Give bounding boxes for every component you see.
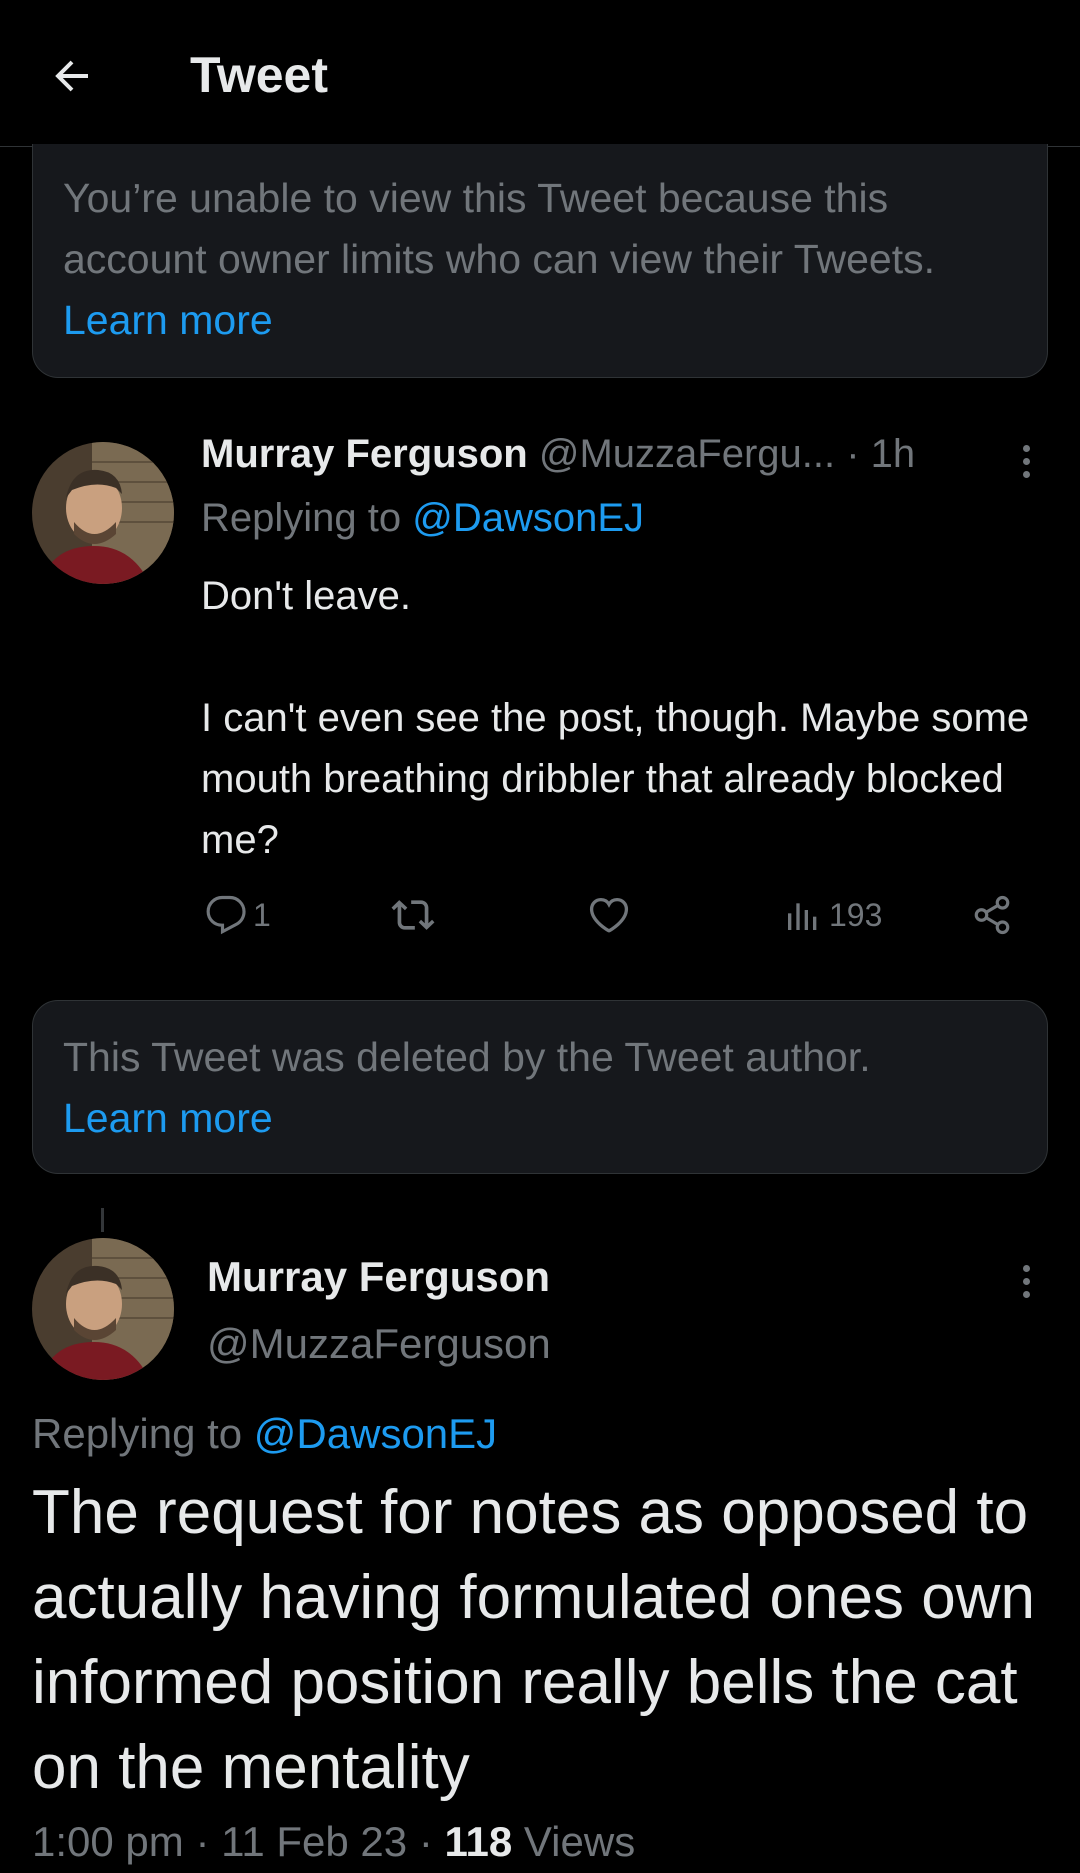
deleted-notice-text: This Tweet was deleted by the Tweet auth… <box>63 1034 871 1080</box>
views-button[interactable]: 193 <box>783 890 882 940</box>
separator-dot: · <box>418 1818 433 1865</box>
tweet-text-line: Don't leave. <box>201 574 411 618</box>
replying-to-line: Replying to @DawsonEJ <box>201 496 644 541</box>
replying-to-label: Replying to <box>201 496 402 540</box>
tweet-text-line: I can't even see the post, though. Maybe… <box>201 696 1030 862</box>
analytics-icon <box>788 903 817 930</box>
replying-to-label: Replying to <box>32 1410 243 1457</box>
replying-to-handle[interactable]: @DawsonEJ <box>412 496 644 540</box>
protected-notice-text: You’re unable to view this Tweet because… <box>63 175 936 282</box>
arrow-left-icon <box>55 60 88 92</box>
more-vertical-icon <box>1022 444 1030 478</box>
tweet-text: Don't leave. I can't even see the post, … <box>201 566 1051 871</box>
author-handle[interactable]: @MuzzaFerguson <box>207 1320 551 1368</box>
author-name[interactable]: Murray Ferguson <box>207 1253 550 1301</box>
tweet-text: The request for notes as opposed to actu… <box>32 1478 1035 1802</box>
tweet-date[interactable]: 11 Feb 23 <box>221 1818 407 1865</box>
views-count[interactable]: 118 <box>444 1818 512 1865</box>
learn-more-link[interactable]: Learn more <box>63 297 273 343</box>
avatar[interactable] <box>32 1238 174 1380</box>
separator-dot: · <box>846 432 860 476</box>
replying-to-handle[interactable]: @DawsonEJ <box>254 1410 497 1457</box>
heart-icon <box>589 897 629 933</box>
author-handle[interactable]: @MuzzaFergu... <box>539 432 835 476</box>
avatar[interactable] <box>32 442 174 584</box>
more-options-button[interactable] <box>1006 436 1046 486</box>
thread-connector <box>101 1208 104 1232</box>
tweet-header-line: Murray Ferguson @MuzzaFergu... · 1h <box>201 432 915 477</box>
tweet-text-line <box>201 627 1051 688</box>
top-bar <box>0 0 1080 147</box>
tweet-actions: 1 193 <box>201 890 1021 940</box>
learn-more-link[interactable]: Learn more <box>63 1088 1017 1149</box>
retweet-icon <box>391 900 435 930</box>
more-options-button[interactable] <box>1006 1256 1046 1306</box>
share-icon <box>974 895 1010 935</box>
reply-button[interactable]: 1 <box>205 890 271 940</box>
page-title: Tweet <box>190 47 328 103</box>
retweet-button[interactable] <box>391 890 441 940</box>
back-button[interactable] <box>40 44 104 108</box>
reply-icon <box>206 895 246 935</box>
view-count: 193 <box>829 896 883 933</box>
more-vertical-icon <box>1022 1264 1030 1298</box>
separator-dot: · <box>195 1818 210 1865</box>
protected-tweet-notice: You’re unable to view this Tweet because… <box>32 144 1048 378</box>
replying-to-line: Replying to @DawsonEJ <box>32 1410 497 1458</box>
author-name[interactable]: Murray Ferguson <box>201 432 528 476</box>
views-label: Views <box>523 1818 636 1865</box>
like-button[interactable] <box>587 890 637 940</box>
tweet-time[interactable]: 1h <box>871 432 916 476</box>
deleted-tweet-notice: This Tweet was deleted by the Tweet auth… <box>32 1000 1048 1174</box>
tweet-time[interactable]: 1:00 pm <box>32 1818 184 1865</box>
share-button[interactable] <box>971 890 1013 940</box>
tweet-meta: 1:00 pm · 11 Feb 23 · 118 Views <box>32 1818 635 1866</box>
reply-count: 1 <box>253 896 271 933</box>
